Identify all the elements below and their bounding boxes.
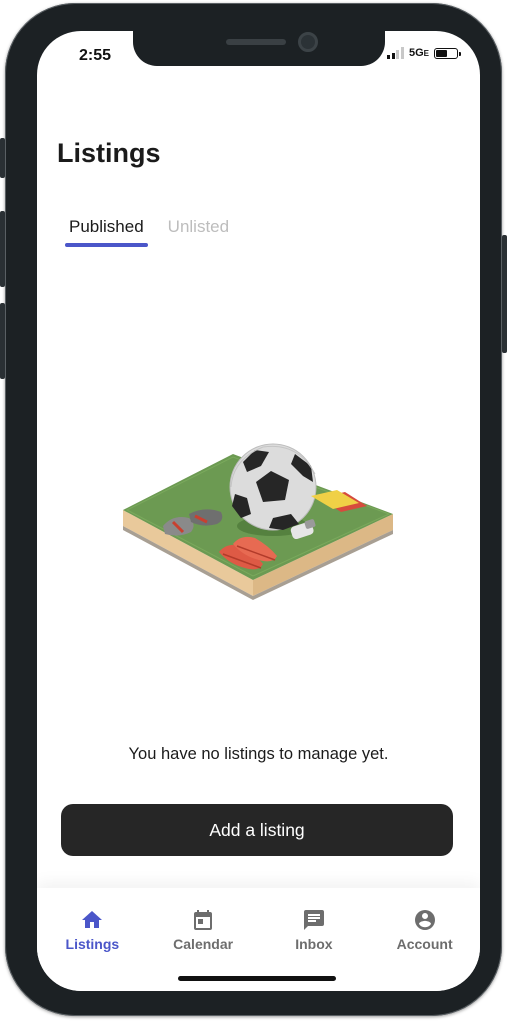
page-title: Listings	[57, 138, 161, 168]
nav-item-listings[interactable]: Listings	[37, 888, 148, 991]
volume-up-button	[0, 211, 5, 287]
battery-icon	[434, 47, 461, 59]
mute-switch	[0, 138, 5, 178]
status-time: 2:55	[79, 47, 112, 64]
empty-state-message: You have no listings to manage yet.	[128, 745, 389, 763]
status-indicators: 5GE	[387, 47, 461, 59]
nav-label-account: Account	[396, 936, 453, 952]
phone-frame: 2:55 5GE Listings Published Unlisted You…	[0, 3, 507, 1016]
nav-item-account[interactable]: Account	[369, 888, 480, 991]
notch	[133, 31, 385, 66]
home-icon	[82, 911, 103, 928]
volume-down-button	[0, 303, 5, 379]
tab-published[interactable]: Published	[65, 217, 148, 247]
nav-label-calendar: Calendar	[173, 936, 234, 952]
inbox-icon	[303, 910, 324, 930]
nav-label-listings: Listings	[65, 936, 120, 952]
power-button	[502, 235, 507, 353]
soccer-field-illustration	[123, 443, 393, 600]
tab-unlisted[interactable]: Unlisted	[166, 217, 231, 237]
front-camera	[298, 32, 318, 52]
add-listing-button[interactable]: Add a listing	[61, 804, 453, 856]
listing-tabs: Published Unlisted	[65, 217, 231, 247]
home-indicator[interactable]	[178, 976, 336, 981]
network-label: 5GE	[408, 47, 429, 59]
calendar-icon	[194, 910, 213, 930]
app-screen: 2:55 5GE Listings Published Unlisted You…	[37, 31, 480, 991]
speaker-grille	[226, 39, 286, 45]
nav-label-inbox: Inbox	[295, 936, 333, 952]
account-icon	[414, 910, 435, 930]
signal-icon	[387, 47, 404, 59]
